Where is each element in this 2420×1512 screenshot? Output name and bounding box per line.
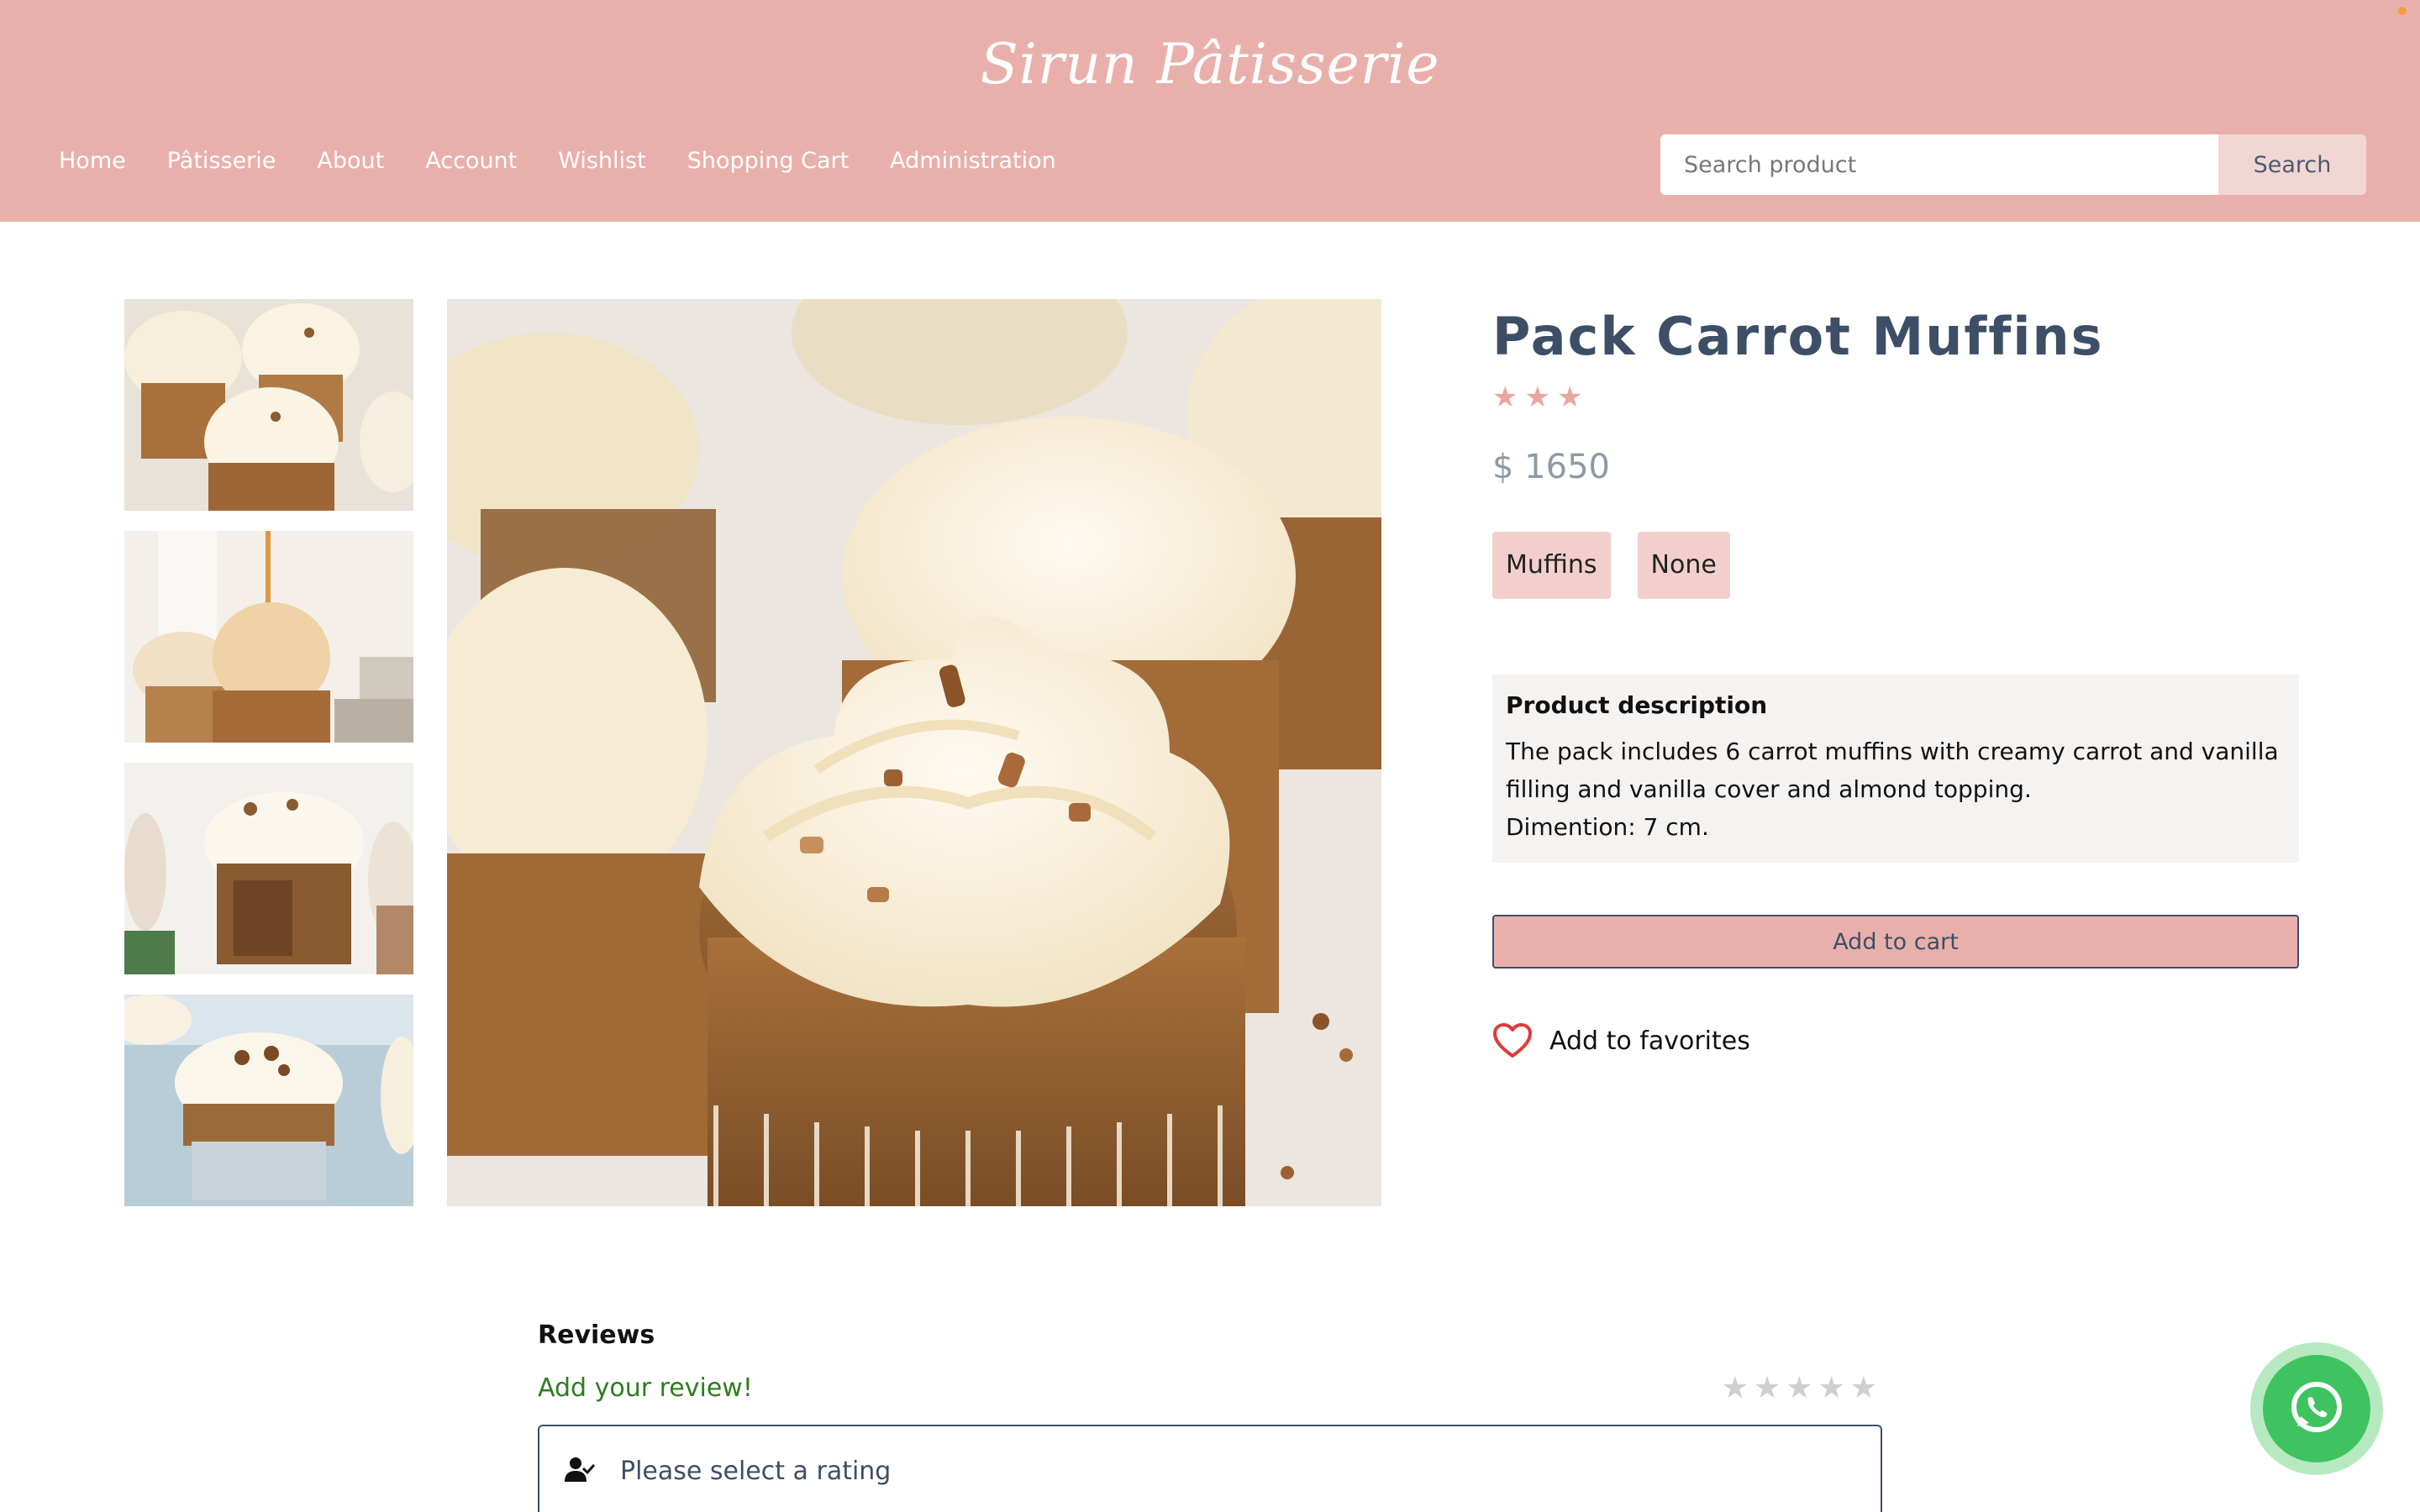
star-icon: ★	[1556, 381, 1583, 414]
brand-logo[interactable]: Sirun Pâtisserie	[0, 32, 2420, 97]
nav-item-shopping-cart[interactable]: Shopping Cart	[687, 148, 849, 174]
nav-item-administration[interactable]: Administration	[890, 148, 1056, 174]
thumbnail-2[interactable]	[124, 531, 413, 743]
star-icon[interactable]: ★	[1786, 1371, 1812, 1405]
heart-icon	[1493, 1023, 1532, 1058]
reviews-title: Reviews	[538, 1320, 655, 1350]
whatsapp-button[interactable]	[2263, 1355, 2370, 1462]
nav-item-patisserie[interactable]: Pâtisserie	[167, 148, 276, 174]
product-price: $ 1650	[1492, 448, 1610, 486]
thumbnail-1[interactable]	[124, 299, 413, 511]
product-description: Product description The pack includes 6 …	[1492, 675, 2299, 863]
star-icon[interactable]: ★	[1818, 1371, 1844, 1405]
add-to-favorites-button[interactable]: Add to favorites	[1492, 1022, 2299, 1059]
thumbnail-3[interactable]	[124, 763, 413, 974]
search-bar: Search	[1660, 134, 2366, 195]
star-icon[interactable]: ★	[1754, 1371, 1781, 1405]
nav-item-wishlist[interactable]: Wishlist	[558, 148, 645, 174]
whatsapp-button-halo	[2250, 1342, 2383, 1475]
description-title: Product description	[1506, 691, 1768, 719]
favorites-label: Add to favorites	[1549, 1026, 1750, 1056]
main-nav: Home Pâtisserie About Account Wishlist S…	[59, 148, 1097, 174]
nav-item-home[interactable]: Home	[59, 148, 126, 174]
reviews-section: Reviews Add your review! ★ ★ ★ ★ ★ Pleas…	[538, 1320, 1882, 1512]
site-header: Sirun Pâtisserie Home Pâtisserie About A…	[0, 0, 2420, 222]
description-line: The pack includes 6 carrot muffins with …	[1506, 738, 2279, 765]
product-info: Pack Carrot Muffins ★ ★ ★ $ 1650 Muffins…	[1492, 299, 2299, 1059]
tag-subcategory[interactable]: None	[1637, 532, 1730, 599]
search-button[interactable]: Search	[2218, 134, 2366, 195]
star-icon[interactable]: ★	[1850, 1371, 1877, 1405]
add-to-cart-button[interactable]: Add to cart	[1492, 915, 2299, 969]
user-check-icon	[565, 1457, 595, 1482]
description-text: The pack includes 6 carrot muffins with …	[1506, 732, 2286, 846]
product-rating: ★ ★ ★	[1492, 381, 2299, 414]
thumbnail-4[interactable]	[124, 995, 413, 1206]
description-line: Dimention: 7 cm.	[1506, 813, 1709, 841]
product-title: Pack Carrot Muffins	[1492, 306, 2104, 367]
rating-selector: ★ ★ ★ ★ ★	[1722, 1371, 1877, 1405]
star-icon[interactable]: ★	[1722, 1371, 1749, 1405]
description-line: filling and vanilla cover and almond top…	[1506, 775, 2032, 803]
main-product-image[interactable]	[447, 299, 1381, 1206]
tag-category[interactable]: Muffins	[1492, 532, 1611, 599]
star-icon: ★	[1524, 381, 1550, 414]
product-tags: Muffins None	[1492, 532, 2299, 599]
thumbnail-gallery	[124, 299, 413, 1226]
star-icon: ★	[1492, 381, 1518, 414]
add-review-link[interactable]: Add your review!	[538, 1373, 1882, 1403]
whatsapp-icon	[2291, 1382, 2342, 1432]
rating-prompt-field[interactable]: Please select a rating	[538, 1425, 1882, 1512]
search-input[interactable]	[1660, 134, 2218, 195]
rating-placeholder: Please select a rating	[620, 1457, 892, 1486]
nav-item-account[interactable]: Account	[425, 148, 517, 174]
status-dot	[2398, 7, 2407, 15]
nav-item-about[interactable]: About	[317, 148, 384, 174]
